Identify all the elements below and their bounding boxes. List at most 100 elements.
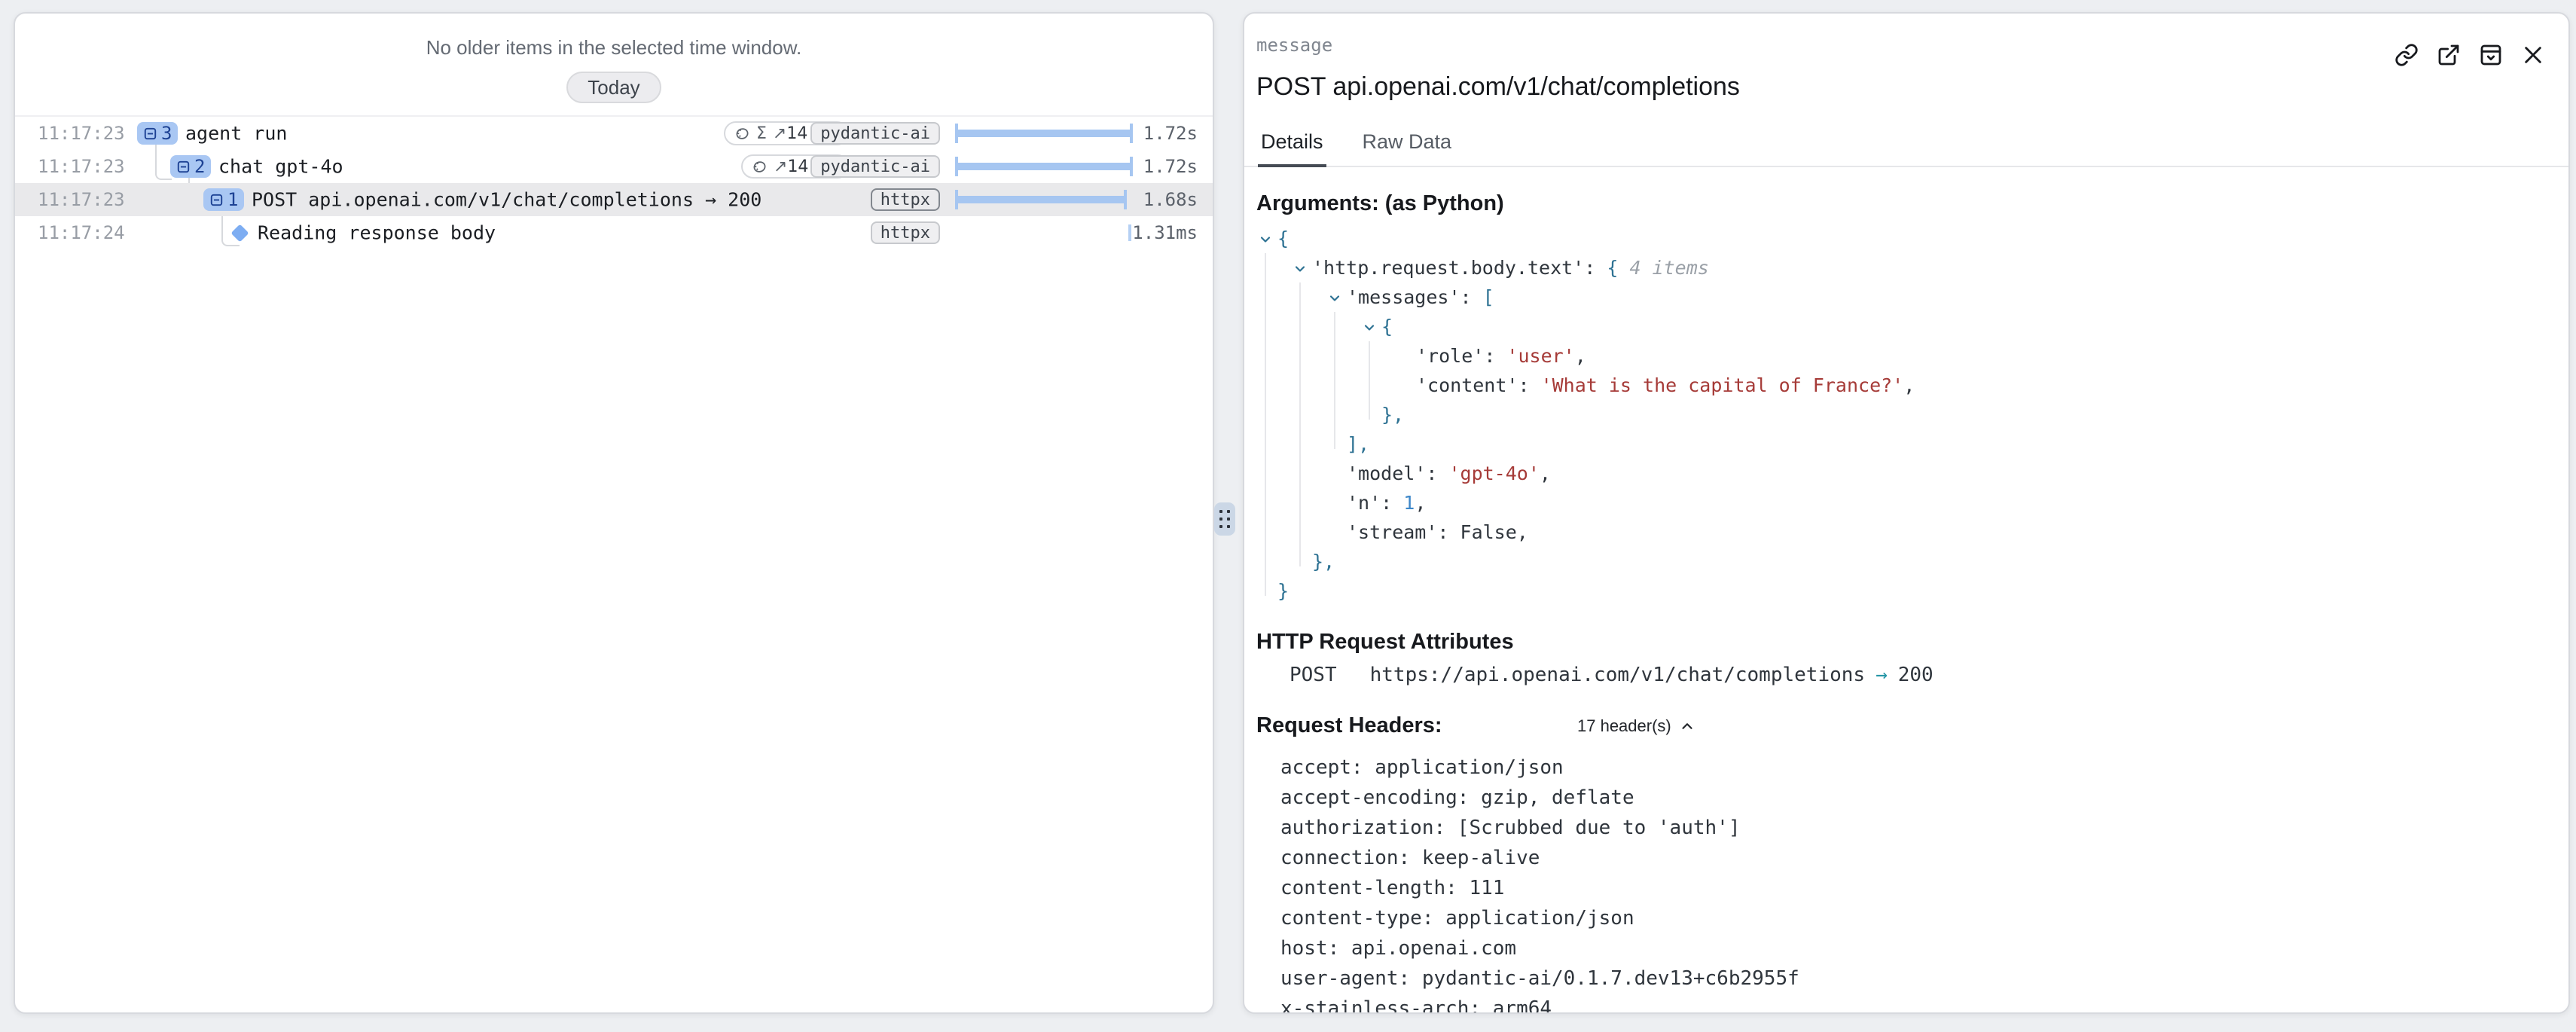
headers-count-toggle[interactable]: 17 header(s)	[1577, 716, 1695, 736]
duration-bar	[955, 196, 1127, 203]
span-duration: 1.68s	[1143, 189, 1198, 210]
code-token-b: [	[1483, 286, 1494, 308]
scope-tag[interactable]: httpx	[871, 221, 940, 244]
duration-bar-track	[955, 150, 1133, 183]
code-line: },	[1256, 547, 2568, 576]
child-count: 1	[227, 189, 238, 210]
code-token-p: :	[1460, 286, 1483, 308]
code-line: 'content': 'What is the capital of Franc…	[1256, 371, 2568, 400]
dock-panel-bottom-icon[interactable]	[2478, 42, 2504, 68]
tab-details[interactable]: Details	[1258, 130, 1326, 167]
code-token-p: :	[1437, 521, 1460, 543]
code-line: }	[1256, 576, 2568, 606]
span-name: POST api.openai.com/v1/chat/completions …	[252, 189, 762, 211]
http-method: POST	[1290, 664, 1337, 686]
code-token-k: 'messages'	[1347, 286, 1460, 308]
duration-bar	[955, 163, 1133, 170]
duration-tick	[1128, 224, 1131, 241]
request-headers-section: Request Headers: 17 header(s)	[1256, 713, 2568, 739]
span-rows: 11:17:23 3 agent run Σ ↗14 ↙8 pydantic	[15, 115, 1213, 249]
header-line: x-stainless-arch: arm64	[1280, 994, 2568, 1014]
code-token-p: ,	[1517, 521, 1528, 543]
span-row-agent-run[interactable]: 11:17:23 3 agent run Σ ↗14 ↙8 pydantic	[15, 117, 1213, 150]
status-arrow-icon: →	[1876, 664, 1888, 686]
duration-bar	[955, 130, 1133, 137]
collapse-icon	[209, 193, 224, 207]
code-token-p: ,	[1903, 374, 1915, 396]
expand-chevron-icon[interactable]	[1258, 232, 1277, 247]
tab-raw-data[interactable]: Raw Data	[1360, 130, 1455, 166]
request-headers-heading: Request Headers:	[1256, 713, 1442, 737]
code-token-p: ,	[1540, 463, 1551, 484]
span-name: agent run	[185, 123, 287, 145]
copy-link-icon[interactable]	[2394, 42, 2419, 68]
request-headers-list: accept: application/jsonaccept-encoding:…	[1280, 753, 2568, 1014]
trace-list-panel: No older items in the selected time wind…	[14, 12, 1214, 1014]
code-token-p: :	[1484, 345, 1506, 367]
code-line: },	[1256, 400, 2568, 429]
close-panel-icon[interactable]	[2520, 42, 2546, 68]
trace-viewer-screen: No older items in the selected time wind…	[0, 0, 2576, 1032]
code-token-k: 'stream'	[1347, 521, 1437, 543]
expand-chevron-icon[interactable]	[1327, 291, 1347, 306]
sigma-icon: Σ	[756, 124, 767, 143]
empty-window-message: No older items in the selected time wind…	[15, 36, 1213, 60]
open-external-icon[interactable]	[2436, 42, 2462, 68]
duration-bar-track	[955, 117, 1133, 150]
code-token-b: {	[1381, 316, 1393, 337]
code-token-b: {	[1607, 257, 1618, 279]
code-line: 'http.request.body.text': { 4 items	[1256, 253, 2568, 282]
http-status-code: 200	[1898, 664, 1934, 686]
panel-resize-handle[interactable]	[1214, 502, 1235, 536]
header-line: accept: application/json	[1280, 753, 2568, 783]
span-row-post-completions[interactable]: 11:17:23 1 POST api.openai.com/v1/chat/c…	[15, 183, 1213, 216]
http-url: https://api.openai.com/v1/chat/completio…	[1370, 664, 1865, 686]
code-token-s: 'What is the capital of France?'	[1541, 374, 1904, 396]
code-token-m: 4 items	[1618, 257, 1708, 279]
code-token-p: :	[1381, 492, 1403, 514]
expand-chevron-icon[interactable]	[1362, 320, 1381, 335]
collapse-children-badge[interactable]: 1	[203, 188, 244, 211]
code-line: 'role': 'user',	[1256, 341, 2568, 371]
code-line: 'stream': False,	[1256, 518, 2568, 547]
header-line: accept-encoding: gzip, deflate	[1280, 783, 2568, 813]
code-token-k: 'content'	[1416, 374, 1518, 396]
scope-tag[interactable]: httpx	[871, 188, 940, 211]
span-row-chat-gpt-4o[interactable]: 11:17:23 2 chat gpt-4o ↗14 ↙8 pydantic-a…	[15, 150, 1213, 183]
collapse-icon	[176, 160, 191, 174]
header-line: authorization: [Scrubbed due to 'auth']	[1280, 813, 2568, 843]
header-line: host: api.openai.com	[1280, 933, 2568, 963]
code-token-s: 'gpt-4o'	[1448, 463, 1539, 484]
header-line: user-agent: pydantic-ai/0.1.7.dev13+c6b2…	[1280, 963, 2568, 994]
header-line: connection: keep-alive	[1280, 843, 2568, 873]
expand-chevron-icon[interactable]	[1293, 261, 1312, 276]
code-token-p: :	[1518, 374, 1540, 396]
code-line: 'n': 1,	[1256, 488, 2568, 518]
today-button[interactable]: Today	[566, 72, 661, 103]
arguments-heading: Arguments: (as Python)	[1256, 191, 2568, 216]
code-token-n: 1	[1403, 492, 1415, 514]
span-name: Reading response body	[258, 222, 496, 244]
scope-tag[interactable]: pydantic-ai	[810, 155, 940, 178]
code-token-p: :	[1584, 257, 1607, 279]
collapse-children-badge[interactable]: 3	[137, 122, 178, 145]
span-start-time: 11:17:23	[38, 156, 125, 177]
code-token-b: },	[1381, 404, 1404, 426]
input-tokens: 14	[787, 157, 808, 176]
code-line: 'messages': [	[1256, 282, 2568, 312]
span-row-reading-response-body[interactable]: 11:17:24 Reading response body httpx 1.3…	[15, 216, 1213, 249]
code-token-k: 'model'	[1347, 463, 1426, 484]
child-count: 2	[194, 156, 205, 177]
code-line: 'model': 'gpt-4o',	[1256, 459, 2568, 488]
collapse-children-badge[interactable]: 2	[170, 155, 211, 178]
header-line: content-type: application/json	[1280, 903, 2568, 933]
span-start-time: 11:17:23	[38, 123, 125, 144]
code-token-k: 'http.request.body.text'	[1312, 257, 1584, 279]
header-line: content-length: 111	[1280, 873, 2568, 903]
scope-tag[interactable]: pydantic-ai	[810, 122, 940, 145]
token-coin-icon	[752, 159, 768, 175]
code-token-k: 'n'	[1347, 492, 1381, 514]
code-token-b: {	[1277, 227, 1289, 249]
code-token-kw: False	[1460, 521, 1517, 543]
http-request-attr-line: POST https://api.openai.com/v1/chat/comp…	[1290, 664, 2568, 686]
